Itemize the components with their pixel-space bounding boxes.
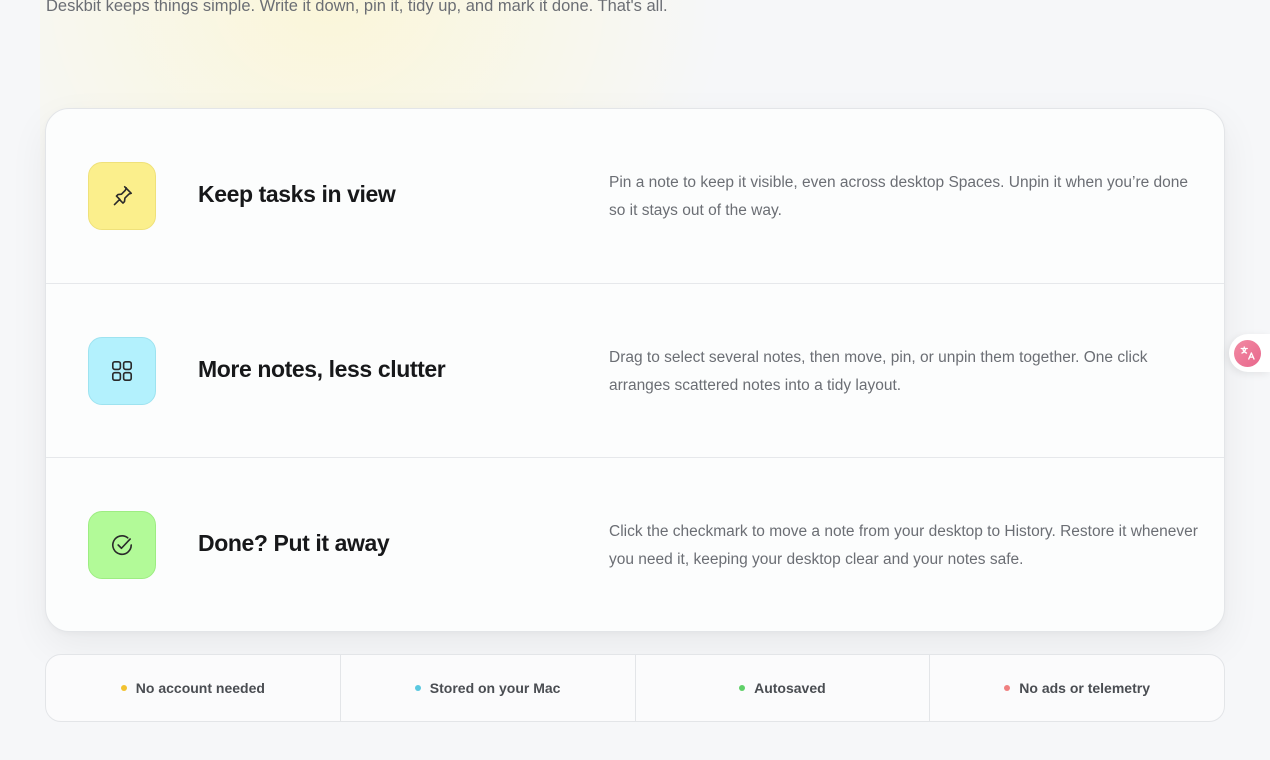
feature-description: Drag to select several notes, then move,… [609, 348, 1148, 394]
translate-widget-button[interactable] [1229, 334, 1270, 372]
features-card: Keep tasks in view Pin a note to keep it… [45, 108, 1225, 632]
badge-dot [1004, 685, 1011, 691]
trust-badges-bar: No account needed Stored on your Mac Aut… [45, 654, 1225, 722]
pin-icon [113, 185, 133, 206]
badge-label: Stored on your Mac [429, 680, 561, 696]
translate-icon [1234, 339, 1261, 367]
check-circle-icon [112, 535, 133, 556]
badge-label: No ads or telemetry [1019, 680, 1150, 696]
feature-title: Done? Put it away [198, 530, 390, 557]
feature-title: Keep tasks in view [198, 181, 396, 207]
feature-icon-tile [88, 511, 156, 580]
badge-dot [120, 685, 127, 691]
feature-description: Click the checkmark to move a note from … [609, 523, 1198, 569]
badge-autosaved: Autosaved [636, 655, 931, 721]
badge-label: No account needed [135, 680, 265, 696]
badge-stored-on-mac: Stored on your Mac [341, 655, 636, 721]
badge-no-account: No account needed [46, 655, 341, 721]
feature-icon-tile [88, 162, 156, 230]
badge-dot [414, 685, 421, 691]
badge-no-ads: No ads or telemetry [930, 655, 1224, 721]
feature-icon-tile [88, 336, 156, 405]
badge-label: Autosaved [754, 680, 826, 696]
feature-title: More notes, less clutter [198, 355, 446, 382]
feature-description: Pin a note to keep it visible, even acro… [609, 174, 1189, 219]
intro-text: Deskbit keeps things simple. Write it do… [46, 0, 668, 15]
feature-row-grid: More notes, less clutter Drag to select … [46, 284, 1224, 459]
badge-dot [739, 685, 746, 691]
grid-icon [111, 360, 133, 381]
feature-row-pin: Keep tasks in view Pin a note to keep it… [46, 109, 1224, 284]
feature-row-done: Done? Put it away Click the checkmark to… [46, 458, 1224, 631]
